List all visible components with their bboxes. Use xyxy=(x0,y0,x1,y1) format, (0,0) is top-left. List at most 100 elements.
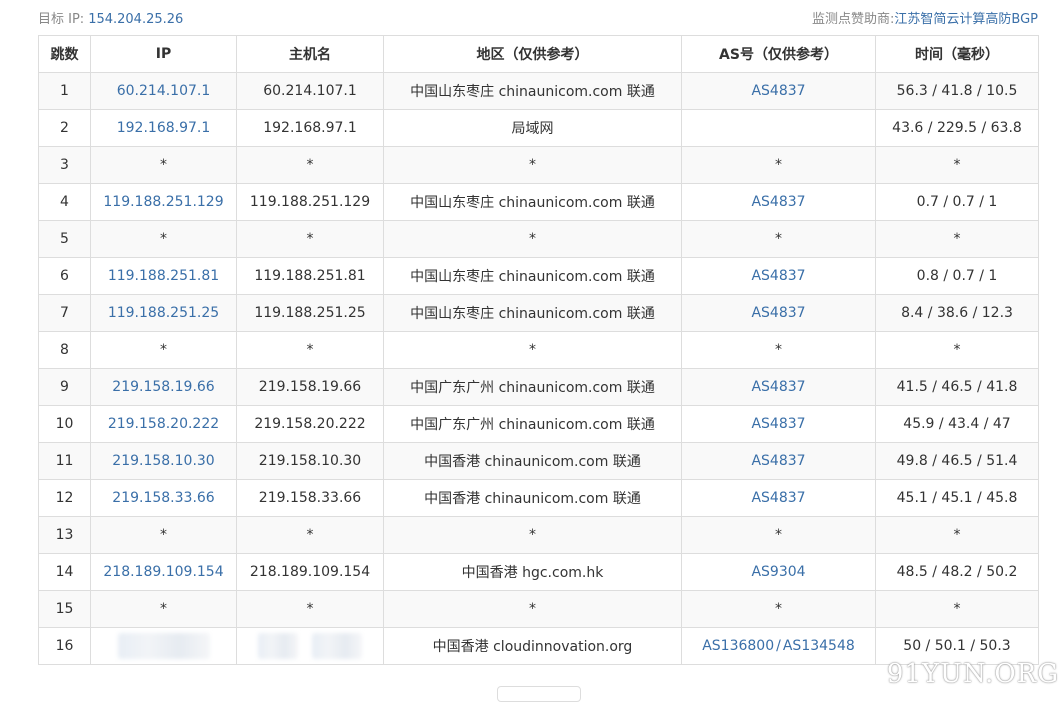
time-cell: 0.7 / 0.7 / 1 xyxy=(875,183,1039,221)
ip-link[interactable]: 119.188.251.129 xyxy=(103,194,223,210)
time-cell: * xyxy=(875,516,1039,554)
hop-cell: 11 xyxy=(38,442,91,480)
ip-cell: 219.158.10.30 xyxy=(90,442,237,480)
column-header-hostname: 主机名 xyxy=(236,35,384,73)
ip-link[interactable]: 119.188.251.25 xyxy=(108,305,219,321)
ip-link[interactable]: 192.168.97.1 xyxy=(117,120,211,136)
table-row: 5 * * * * * xyxy=(38,220,1039,258)
pagination-button[interactable] xyxy=(497,686,581,702)
ip-link[interactable]: 218.189.109.154 xyxy=(103,564,223,580)
ip-cell: 119.188.251.81 xyxy=(90,257,237,295)
column-header-hop: 跳数 xyxy=(38,35,91,73)
hostname-cell: * xyxy=(236,516,384,554)
as-cell: AS4837 xyxy=(681,368,876,406)
as-cell: AS4837 xyxy=(681,72,876,110)
ip-cell: * xyxy=(90,516,237,554)
hostname-cell: 219.158.20.222 xyxy=(236,405,384,443)
hostname-cell: 60.214.107.1 xyxy=(236,72,384,110)
hop-cell: 3 xyxy=(38,146,91,184)
ip-link[interactable]: 119.188.251.81 xyxy=(108,268,219,284)
hop-cell: 10 xyxy=(38,405,91,443)
target-ip-value: 154.204.25.26 xyxy=(88,12,184,27)
as-link[interactable]: AS4837 xyxy=(751,83,805,99)
as-cell: AS136800/AS134548 xyxy=(681,627,876,665)
time-cell: 56.3 / 41.8 / 10.5 xyxy=(875,72,1039,110)
time-cell: * xyxy=(875,590,1039,628)
as-separator: / xyxy=(776,638,781,654)
as-link[interactable]: AS4837 xyxy=(751,194,805,210)
ip-cell: 192.168.97.1 xyxy=(90,109,237,147)
region-cell: 中国香港 hgc.com.hk xyxy=(383,553,682,591)
as-link[interactable]: AS4837 xyxy=(751,379,805,395)
region-cell: * xyxy=(383,331,682,369)
hop-cell: 14 xyxy=(38,553,91,591)
time-cell: * xyxy=(875,331,1039,369)
ip-cell xyxy=(90,627,237,665)
ip-cell: * xyxy=(90,146,237,184)
region-cell: * xyxy=(383,146,682,184)
table-row: 7 119.188.251.25 119.188.251.25 中国山东枣庄 chin… xyxy=(38,294,1039,332)
ip-cell: * xyxy=(90,331,237,369)
hostname-cell: 219.158.10.30 xyxy=(236,442,384,480)
ip-link[interactable]: 219.158.19.66 xyxy=(112,379,214,395)
ip-link[interactable]: 219.158.20.222 xyxy=(108,416,219,432)
target-ip-label: 目标 IP: xyxy=(38,12,85,27)
hostname-cell: 192.168.97.1 xyxy=(236,109,384,147)
hop-cell: 2 xyxy=(38,109,91,147)
sponsor-label: 监测点赞助商: xyxy=(812,12,895,27)
hostname-cell: * xyxy=(236,146,384,184)
as-cell: * xyxy=(681,146,876,184)
region-cell: 中国香港 cloudinnovation.org xyxy=(383,627,682,665)
as-link[interactable]: AS4837 xyxy=(751,305,805,321)
time-cell: 41.5 / 46.5 / 41.8 xyxy=(875,368,1039,406)
hostname-cell: 219.158.33.66 xyxy=(236,479,384,517)
ip-link[interactable]: 60.214.107.1 xyxy=(117,83,211,99)
region-cell: 中国山东枣庄 chinaunicom.com 联通 xyxy=(383,183,682,221)
as-link[interactable]: AS9304 xyxy=(751,564,805,580)
site-watermark: 91YUN.ORG xyxy=(886,659,1059,689)
ip-link[interactable]: 219.158.33.66 xyxy=(112,490,214,506)
hop-cell: 4 xyxy=(38,183,91,221)
sponsor-link[interactable]: 江苏智简云计算高防BGP xyxy=(894,12,1038,27)
region-cell: 中国香港 chinaunicom.com 联通 xyxy=(383,442,682,480)
ip-cell: 219.158.20.222 xyxy=(90,405,237,443)
table-row: 1 60.214.107.1 60.214.107.1 中国山东枣庄 chinauni… xyxy=(38,72,1039,110)
hop-cell: 1 xyxy=(38,72,91,110)
as-link[interactable]: AS136800 xyxy=(702,638,774,654)
hop-cell: 16 xyxy=(38,627,91,665)
table-row: 12 219.158.33.66 219.158.33.66 中国香港 chinaun… xyxy=(38,479,1039,517)
hostname-cell: * xyxy=(236,590,384,628)
hop-cell: 13 xyxy=(38,516,91,554)
ip-link[interactable]: 219.158.10.30 xyxy=(112,453,214,469)
hostname-cell: 219.158.19.66 xyxy=(236,368,384,406)
table-row: 11 219.158.10.30 219.158.10.30 中国香港 chinaun… xyxy=(38,442,1039,480)
table-body: 1 60.214.107.1 60.214.107.1 中国山东枣庄 chinauni… xyxy=(38,72,1039,665)
hostname-cell xyxy=(236,627,384,665)
traceroute-table: 跳数 IP 主机名 地区（仅供参考） AS号（仅供参考） 时间（毫秒） 1 60.… xyxy=(38,35,1039,665)
as-link[interactable]: AS4837 xyxy=(751,416,805,432)
table-row: 14 218.189.109.154 218.189.109.154 中国香港 hgc… xyxy=(38,553,1039,591)
ip-cell: 219.158.33.66 xyxy=(90,479,237,517)
hop-cell: 8 xyxy=(38,331,91,369)
time-cell: 0.8 / 0.7 / 1 xyxy=(875,257,1039,295)
hostname-cell: * xyxy=(236,220,384,258)
redacted-hostname xyxy=(258,633,298,659)
as-link[interactable]: AS4837 xyxy=(751,268,805,284)
column-header-ip: IP xyxy=(90,35,237,73)
hostname-cell: 119.188.251.129 xyxy=(236,183,384,221)
as-cell: AS4837 xyxy=(681,294,876,332)
table-row: 9 219.158.19.66 219.158.19.66 中国广东广州 chinau… xyxy=(38,368,1039,406)
time-cell: * xyxy=(875,220,1039,258)
ip-cell: 60.214.107.1 xyxy=(90,72,237,110)
region-cell: 局域网 xyxy=(383,109,682,147)
table-row: 10 219.158.20.222 219.158.20.222 中国广东广州 chi… xyxy=(38,405,1039,443)
as-cell: AS4837 xyxy=(681,442,876,480)
ip-cell: 218.189.109.154 xyxy=(90,553,237,591)
region-cell: 中国山东枣庄 chinaunicom.com 联通 xyxy=(383,257,682,295)
table-row: 13 * * * * * xyxy=(38,516,1039,554)
as-link[interactable]: AS4837 xyxy=(751,453,805,469)
as-link[interactable]: AS4837 xyxy=(751,490,805,506)
region-cell: 中国山东枣庄 chinaunicom.com 联通 xyxy=(383,72,682,110)
as-link[interactable]: AS134548 xyxy=(783,638,855,654)
hostname-cell: 218.189.109.154 xyxy=(236,553,384,591)
